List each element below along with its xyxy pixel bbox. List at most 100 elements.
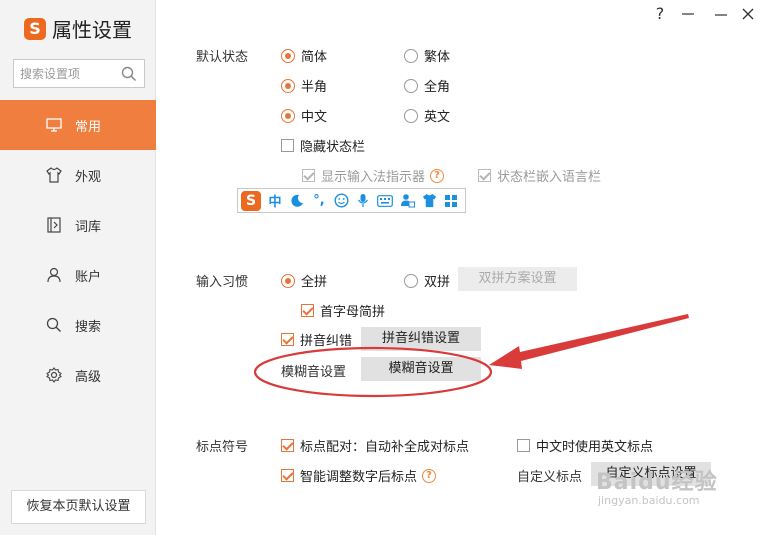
minimize-icon xyxy=(682,13,694,15)
gear-icon xyxy=(45,366,63,384)
checkbox-pinyin-correction[interactable]: 拼音纠错 xyxy=(281,330,352,349)
radio-label: 全拼 xyxy=(301,275,328,290)
punctuation-icon: °, xyxy=(313,193,325,208)
chinese-mode-icon: 中 xyxy=(268,195,282,210)
radio-label: 简体 xyxy=(301,50,328,65)
radio-label: 双拼 xyxy=(424,275,451,290)
keyboard-icon xyxy=(374,190,396,212)
checkbox-embed-lang-bar[interactable]: 状态栏嵌入语言栏 xyxy=(478,166,601,185)
checkbox-label: 拼音纠错 xyxy=(300,334,353,349)
sidebar-item-advanced[interactable]: 高级 xyxy=(0,350,156,400)
checkbox-label: 隐藏状态栏 xyxy=(300,140,366,155)
app-header: S 属性设置 xyxy=(24,14,132,43)
sidebar-item-lexicon[interactable]: 词库 xyxy=(0,200,156,250)
user-icon xyxy=(45,266,63,284)
checkbox-box[interactable] xyxy=(478,169,491,182)
half-moon-icon xyxy=(286,190,308,212)
user-center-icon xyxy=(396,190,418,212)
radio-full-width[interactable]: 全角 xyxy=(404,76,450,95)
sidebar-item-account[interactable]: 账户 xyxy=(0,250,156,300)
annotation-arrow xyxy=(489,314,689,369)
fuzzy-sound-settings-button[interactable]: 模糊音设置 xyxy=(361,357,481,381)
shirt-icon xyxy=(45,166,63,184)
radio-half-width[interactable]: 半角 xyxy=(281,76,327,95)
maximize-button[interactable] xyxy=(711,4,731,24)
watermark-url: jingyan.baidu.com xyxy=(598,494,700,507)
checkbox-label: 首字母简拼 xyxy=(320,305,386,320)
sogou-logo: S xyxy=(241,190,261,211)
checkbox-box[interactable] xyxy=(281,333,294,346)
help-icon[interactable]: ? xyxy=(422,468,437,483)
shirt-icon xyxy=(418,190,440,212)
sidebar-item-appearance[interactable]: 外观 xyxy=(0,150,156,200)
fuzzy-sound-label: 模糊音设置 xyxy=(281,365,347,380)
close-button[interactable] xyxy=(738,4,758,25)
radio-label: 英文 xyxy=(424,110,451,125)
pinyin-correction-settings-button[interactable]: 拼音纠错设置 xyxy=(361,327,481,351)
radio-double-pinyin[interactable]: 双拼 xyxy=(404,271,450,290)
radio-label: 全角 xyxy=(424,80,451,95)
checkbox-box[interactable] xyxy=(302,169,315,182)
sidebar: S 属性设置 常用 外观 词库 xyxy=(0,0,156,535)
close-icon xyxy=(742,8,754,20)
settings-search[interactable] xyxy=(13,59,145,88)
watermark-brand: Baidu经验 xyxy=(596,470,718,495)
radio-circle[interactable] xyxy=(404,108,418,123)
checkbox-show-indicator[interactable]: 显示输入法指示器? xyxy=(302,166,445,185)
sidebar-item-label: 外观 xyxy=(75,169,102,185)
sidebar-nav: 常用 外观 词库 账户 搜索 高级 xyxy=(0,100,156,400)
microphone-icon xyxy=(352,190,374,212)
search-input[interactable] xyxy=(14,60,114,87)
watermark: Baidu经验 jingyan.baidu.com xyxy=(596,464,718,507)
radio-circle[interactable] xyxy=(281,273,295,288)
minimize-icon xyxy=(715,14,727,16)
radio-english[interactable]: 英文 xyxy=(404,106,450,125)
checkbox-label: 状态栏嵌入语言栏 xyxy=(497,170,602,185)
radio-circle[interactable] xyxy=(404,48,418,63)
checkbox-box[interactable] xyxy=(281,139,294,152)
radio-simplified[interactable]: 简体 xyxy=(281,46,327,65)
section-default-state-label: 默认状态 xyxy=(196,50,249,65)
radio-circle[interactable] xyxy=(281,108,295,123)
search-icon xyxy=(45,316,63,334)
app-title: 属性设置 xyxy=(52,18,132,42)
radio-circle[interactable] xyxy=(404,273,418,288)
sidebar-item-label: 搜索 xyxy=(75,319,102,335)
checkbox-hide-status-bar[interactable]: 隐藏状态栏 xyxy=(281,136,365,155)
section-punctuation-label: 标点符号 xyxy=(196,440,249,455)
radio-chinese[interactable]: 中文 xyxy=(281,106,327,125)
checkbox-box[interactable] xyxy=(517,439,530,452)
checkbox-initial-abbrev[interactable]: 首字母简拼 xyxy=(301,301,385,320)
help-button[interactable]: ? xyxy=(650,4,670,23)
radio-label: 中文 xyxy=(301,110,328,125)
custom-punctuation-label: 自定义标点 xyxy=(517,470,583,485)
checkbox-box[interactable] xyxy=(281,439,294,452)
help-icon[interactable]: ? xyxy=(430,168,445,183)
radio-circle[interactable] xyxy=(281,48,295,63)
checkbox-box[interactable] xyxy=(281,469,294,482)
radio-full-pinyin[interactable]: 全拼 xyxy=(281,271,327,290)
checkbox-label: 显示输入法指示器 xyxy=(321,170,426,185)
section-input-habit-label: 输入习惯 xyxy=(196,275,249,290)
emoji-icon xyxy=(330,190,352,212)
checkbox-auto-pair-punctuation[interactable]: 标点配对：自动补全成对标点 xyxy=(281,436,469,455)
sidebar-item-search[interactable]: 搜索 xyxy=(0,300,156,350)
radio-circle[interactable] xyxy=(281,78,295,93)
checkbox-label: 智能调整数字后标点 xyxy=(300,470,418,485)
sogou-logo: S xyxy=(24,17,46,40)
radio-traditional[interactable]: 繁体 xyxy=(404,46,450,65)
checkbox-box[interactable] xyxy=(301,304,314,317)
radio-circle[interactable] xyxy=(404,78,418,93)
checkbox-smart-digit-punct[interactable]: 智能调整数字后标点? xyxy=(281,466,437,485)
sidebar-item-label: 高级 xyxy=(75,369,102,385)
toolbox-grid-icon xyxy=(440,190,462,212)
checkbox-english-punct-in-chinese[interactable]: 中文时使用英文标点 xyxy=(517,436,653,455)
search-icon[interactable] xyxy=(121,66,137,86)
double-pinyin-scheme-button[interactable]: 双拼方案设置 xyxy=(458,267,577,291)
sidebar-item-label: 常用 xyxy=(75,119,102,135)
minimize-button[interactable] xyxy=(678,4,698,24)
sidebar-item-common[interactable]: 常用 xyxy=(0,100,156,150)
sidebar-item-label: 账户 xyxy=(75,269,102,285)
status-bar-preview: S 中 °, xyxy=(237,188,466,213)
restore-defaults-button[interactable]: 恢复本页默认设置 xyxy=(11,490,146,524)
